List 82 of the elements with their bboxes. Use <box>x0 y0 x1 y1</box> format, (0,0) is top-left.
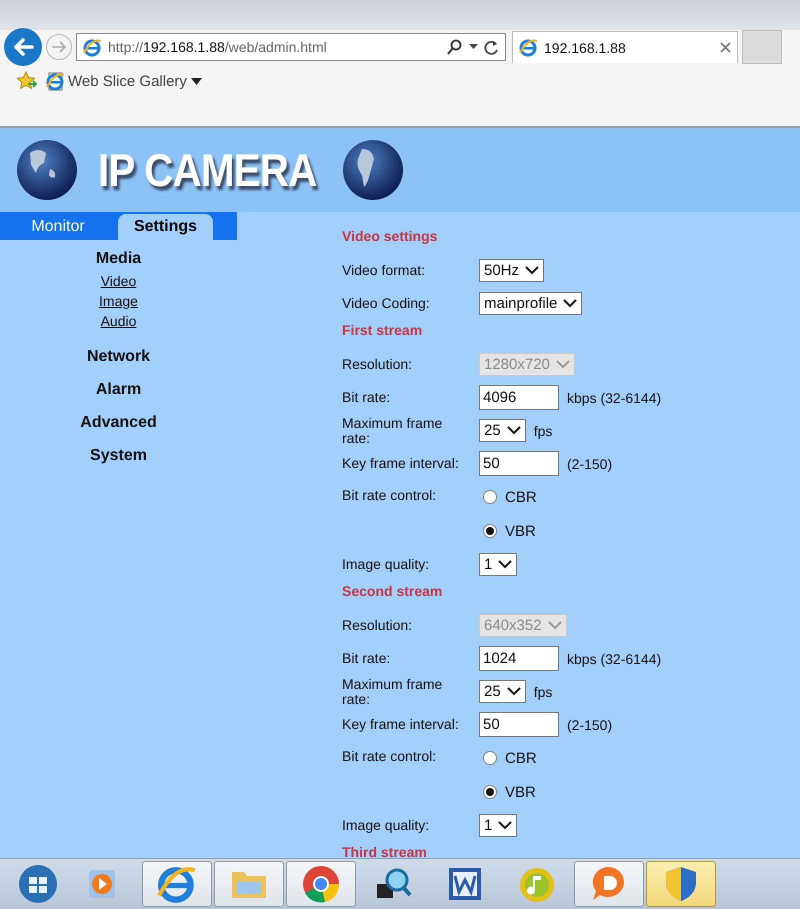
field-label: Key frame interval: <box>342 717 460 732</box>
sidebar-section[interactable]: Alarm <box>96 373 142 406</box>
tab-title: 192.168.1.88 <box>544 40 627 56</box>
sidebar-link[interactable]: Audio <box>100 310 136 332</box>
unit-text: kbps (32-6144) <box>567 650 662 666</box>
radio-option[interactable]: VBR <box>479 514 543 548</box>
favorites-link[interactable]: Web Slice Gallery <box>46 71 202 91</box>
radio-button[interactable] <box>483 490 497 504</box>
browser-page-icon <box>83 38 102 56</box>
search-icon[interactable] <box>447 39 463 55</box>
field-label: Resolution: <box>342 357 414 372</box>
dropdown[interactable]: 25 <box>479 680 526 703</box>
sidebar-section[interactable]: Advanced <box>80 406 157 439</box>
chevron-down-icon <box>556 360 570 369</box>
chevron-down-icon <box>525 266 540 275</box>
field-label: Key frame interval: <box>342 456 460 471</box>
refresh-icon[interactable] <box>484 40 499 54</box>
dropdown[interactable]: 25 <box>479 419 526 442</box>
caret-icon <box>190 78 202 84</box>
dropdown[interactable]: mainprofile <box>479 292 582 315</box>
sidebar-link[interactable]: Image <box>99 290 138 312</box>
browser-icon <box>157 864 197 904</box>
back-button[interactable] <box>4 28 42 66</box>
forward-arrow-icon <box>51 40 67 54</box>
globe-icon <box>342 139 404 201</box>
chevron-down-icon <box>506 426 521 435</box>
chevron-down-icon <box>548 621 562 630</box>
section-heading: First stream <box>342 321 424 340</box>
field-label: Video Coding: <box>342 296 431 311</box>
unit-text: (2-150) <box>567 456 612 472</box>
input-field[interactable]: 50 <box>479 712 559 737</box>
unit-text: kbps (32-6144) <box>567 390 662 406</box>
field-label: Video format: <box>342 263 426 278</box>
unit-text: fps <box>534 684 552 700</box>
start-button <box>18 864 58 904</box>
section-heading: Video settings <box>342 227 438 246</box>
field-label: Bit rate: <box>342 651 392 666</box>
field-label: Maximum frame rate: <box>342 676 444 706</box>
unit-text: fps <box>534 422 552 438</box>
radio-option[interactable]: CBR <box>479 741 543 775</box>
browser-page-icon <box>519 38 538 57</box>
chevron-down-icon <box>506 687 521 696</box>
address-bar[interactable]: http://192.168.1.88/web/admin.html <box>76 33 506 61</box>
url-text: http://192.168.1.88/web/admin.html <box>108 39 328 55</box>
logo-text: IP CAMERA <box>98 143 316 197</box>
section-heading: Second stream <box>342 582 444 601</box>
input-field[interactable]: 1024 <box>479 646 559 671</box>
field-label: Resolution: <box>342 618 414 633</box>
section-heading: Third stream <box>342 843 428 858</box>
browser-tab[interactable]: 192.168.1.88 <box>512 31 738 63</box>
dropdown[interactable]: 1 <box>479 814 518 837</box>
close-icon[interactable] <box>720 42 731 53</box>
input-field[interactable]: 50 <box>479 451 559 476</box>
field-label: Bit rate: <box>342 390 392 405</box>
sidebar-section[interactable]: Network <box>86 340 150 373</box>
field-label: Maximum frame rate: <box>342 416 444 446</box>
sidebar-link[interactable]: Video <box>100 270 136 292</box>
radio-button[interactable] <box>483 524 497 538</box>
dropdown[interactable]: 1 <box>479 553 518 576</box>
nav-tab[interactable]: Settings <box>118 214 213 240</box>
chrome-icon <box>301 864 341 904</box>
field-label: Bit rate control: <box>342 488 438 503</box>
back-arrow-icon <box>12 37 34 57</box>
sidebar-section[interactable]: Media <box>96 246 142 272</box>
field-label: Bit rate control: <box>342 749 438 764</box>
caret-icon[interactable] <box>469 44 478 50</box>
sidebar-section[interactable]: System <box>90 439 147 472</box>
radio-button[interactable] <box>483 751 497 765</box>
field-label: Image quality: <box>342 818 430 833</box>
chevron-down-icon <box>498 560 512 569</box>
chevron-down-icon <box>563 299 578 308</box>
chevron-down-icon <box>498 821 512 830</box>
radio-option[interactable]: CBR <box>479 480 543 514</box>
unit-text: (2-150) <box>567 716 612 732</box>
radio-button[interactable] <box>483 785 497 799</box>
favorites-star-icon[interactable] <box>16 71 38 91</box>
field-label: Image quality: <box>342 557 430 572</box>
globe-icon <box>16 139 78 201</box>
radio-option[interactable]: VBR <box>479 775 543 809</box>
dropdown[interactable]: 50Hz <box>479 259 544 282</box>
input-field[interactable]: 4096 <box>479 385 559 410</box>
web-slice-icon <box>46 71 64 91</box>
